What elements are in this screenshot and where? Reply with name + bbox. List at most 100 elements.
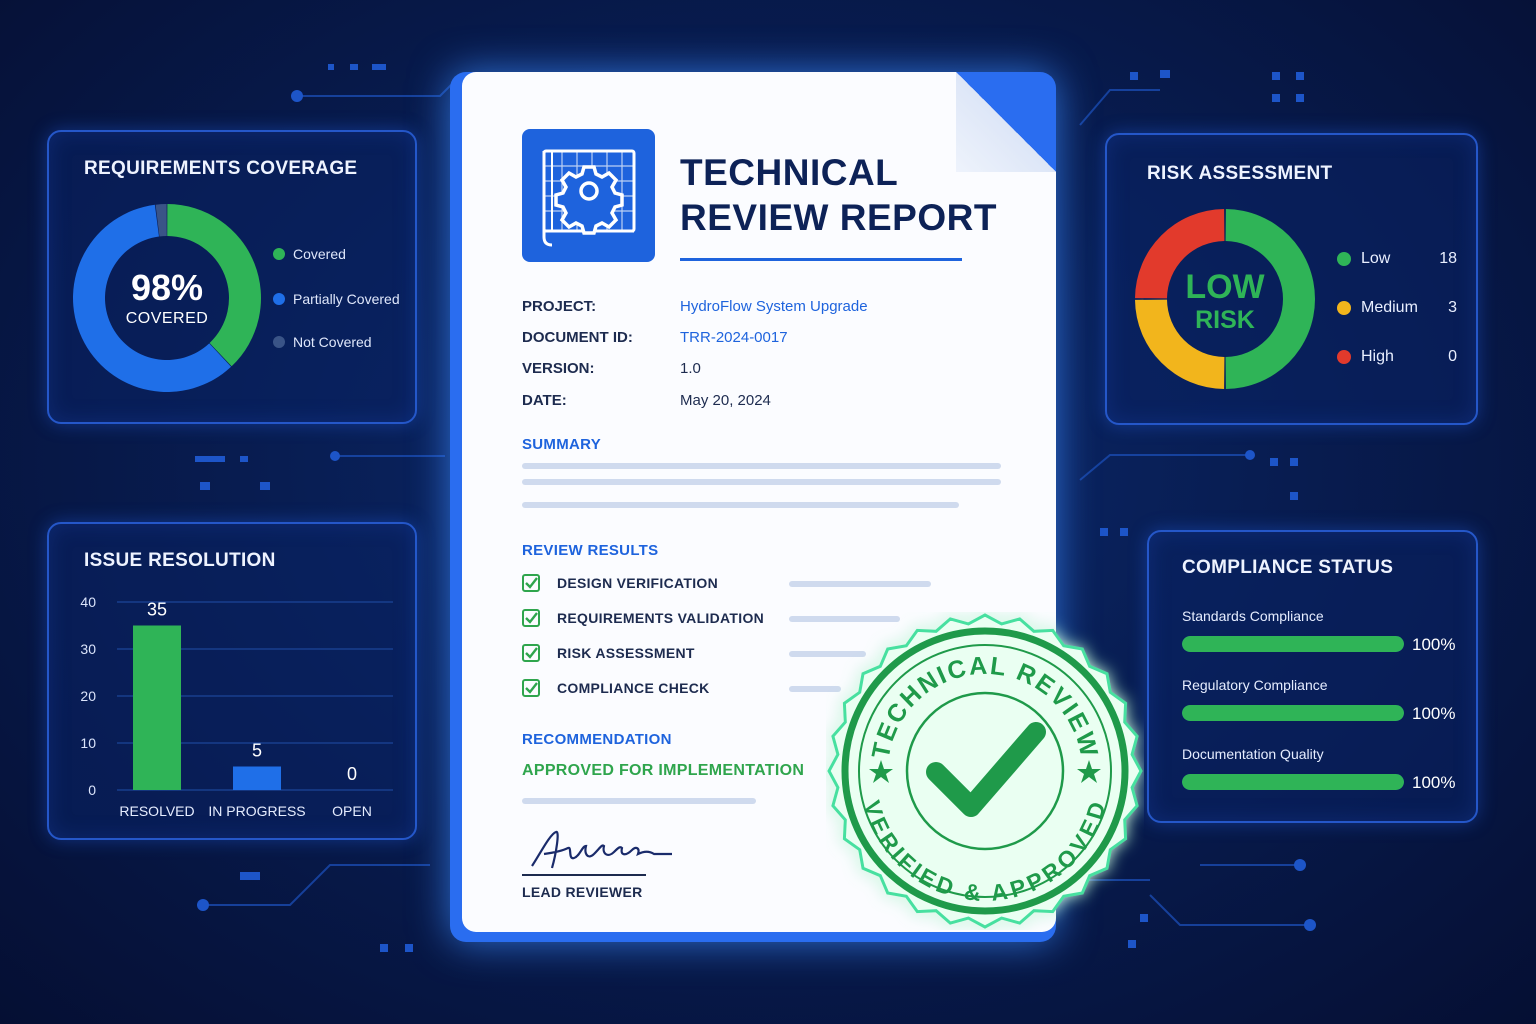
issues-title: ISSUE RESOLUTION — [84, 550, 276, 571]
signature — [531, 830, 672, 869]
risk-value: 0 — [1448, 348, 1457, 365]
result-label: REQUIREMENTS VALIDATION — [557, 610, 765, 626]
risk-row-low: Low 18 — [1337, 250, 1457, 268]
issue-resolution-panel: ISSUE RESOLUTION 0 10 20 30 40 35 RESOLVED 5 IN … — [47, 522, 417, 840]
coverage-title: REQUIREMENTS COVERAGE — [84, 158, 358, 179]
result-label: RISK ASSESSMENT — [557, 645, 695, 661]
legend-label: Partially Covered — [293, 291, 400, 307]
checkbox-checked-icon — [522, 609, 540, 627]
summary-text-line — [522, 463, 1001, 469]
risk-center-line2: RISK — [1195, 306, 1255, 334]
risk-label: High — [1361, 348, 1394, 365]
risk-label: Low — [1361, 250, 1391, 267]
risk-dot — [1337, 252, 1351, 266]
compliance-bar-standards — [1182, 636, 1404, 652]
result-requirements-validation: REQUIREMENTS VALIDATION — [522, 609, 764, 627]
legend-dot — [273, 336, 285, 348]
risk-row-high: High 0 — [1337, 348, 1457, 366]
compliance-title: COMPLIANCE STATUS — [1182, 557, 1394, 578]
risk-dot — [1337, 301, 1351, 315]
legend-label: Covered — [293, 246, 346, 262]
issue-bar-chart: 0 10 20 30 40 35 RESOLVED 5 IN PROGRESS 0 OPEN — [80, 594, 393, 819]
compliance-fill — [1182, 774, 1404, 790]
legend-dot — [273, 248, 285, 260]
risk-assessment-panel: RISK ASSESSMENT LOW RISK Low 18 Medium 3… — [1105, 133, 1478, 425]
risk-title: RISK ASSESSMENT — [1147, 163, 1333, 184]
signature-line — [522, 874, 646, 876]
recommendation-value: APPROVED FOR IMPLEMENTATION — [522, 762, 805, 779]
bar-data-label: 0 — [347, 764, 357, 784]
y-tick-label: 30 — [80, 641, 96, 657]
meta-value-date: May 20, 2024 — [680, 392, 771, 409]
meta-key-document-id: DOCUMENT ID: — [522, 329, 633, 346]
meta-value-project: HydroFlow System Upgrade — [680, 298, 868, 315]
meta-value-document-id: TRR-2024-0017 — [680, 329, 788, 346]
compliance-label-regulatory: Regulatory Compliance — [1182, 677, 1328, 693]
meta-key-project: PROJECT: — [522, 298, 597, 315]
review-results-heading: REVIEW RESULTS — [522, 542, 659, 559]
risk-value: 3 — [1448, 299, 1457, 316]
meta-key-version: VERSION: — [522, 360, 595, 377]
blueprint-gear-icon — [522, 129, 655, 262]
bar-data-label: 35 — [147, 600, 167, 620]
compliance-label-documentation: Documentation Quality — [1182, 746, 1324, 762]
bar-in-progress — [233, 766, 281, 790]
risk-dot — [1337, 350, 1351, 364]
compliance-bar-documentation — [1182, 774, 1404, 790]
risk-center-line1: LOW — [1185, 268, 1265, 306]
legend-partially-covered: Partially Covered — [273, 291, 400, 307]
coverage-center-label: COVERED — [125, 310, 209, 327]
summary-heading: SUMMARY — [522, 436, 602, 453]
compliance-fill — [1182, 705, 1404, 721]
result-design-verification: DESIGN VERIFICATION — [522, 574, 718, 592]
risk-center: LOW RISK — [1155, 269, 1295, 335]
signer-label: LEAD REVIEWER — [522, 884, 643, 900]
risk-label: Medium — [1361, 299, 1418, 316]
x-category-label: OPEN — [332, 803, 372, 819]
y-tick-label: 40 — [80, 594, 96, 610]
compliance-bar-regulatory — [1182, 705, 1404, 721]
compliance-label-standards: Standards Compliance — [1182, 608, 1324, 624]
result-label: DESIGN VERIFICATION — [557, 575, 719, 591]
title-line-2: REVIEW REPORT — [680, 197, 997, 238]
legend-dot — [273, 293, 285, 305]
verified-approved-seal: TECHNICAL REVIEW VERIFIED & APPROVED — [827, 613, 1143, 929]
y-tick-label: 20 — [80, 688, 96, 704]
title-line-1: TECHNICAL — [680, 152, 899, 193]
title-underline — [680, 258, 962, 261]
risk-value: 18 — [1439, 250, 1457, 267]
recommendation-heading: RECOMMENDATION — [522, 731, 672, 748]
y-tick-label: 10 — [80, 735, 96, 751]
risk-row-medium: Medium 3 — [1337, 299, 1457, 317]
checkbox-checked-icon — [522, 679, 540, 697]
page-fold — [956, 72, 1056, 172]
compliance-status-panel: COMPLIANCE STATUS Standards Compliance 1… — [1147, 530, 1478, 823]
summary-text-line — [522, 502, 959, 508]
legend-covered: Covered — [273, 246, 346, 262]
compliance-value-regulatory: 100% — [1412, 704, 1456, 723]
legend-not-covered: Not Covered — [273, 334, 372, 350]
x-category-label: IN PROGRESS — [208, 803, 305, 819]
checkbox-checked-icon — [522, 644, 540, 662]
checkbox-checked-icon — [522, 574, 540, 592]
result-label: COMPLIANCE CHECK — [557, 680, 710, 696]
coverage-percent: 98% — [130, 267, 204, 308]
compliance-value-standards: 100% — [1412, 635, 1456, 654]
legend-label: Not Covered — [293, 334, 372, 350]
requirements-coverage-panel: REQUIREMENTS COVERAGE 98% COVERED Covere… — [47, 130, 417, 424]
result-text-line — [789, 581, 931, 587]
meta-key-date: DATE: — [522, 392, 567, 409]
compliance-fill — [1182, 636, 1404, 652]
summary-text-line — [522, 479, 1001, 485]
compliance-value-documentation: 100% — [1412, 773, 1456, 792]
bar-data-label: 5 — [252, 741, 262, 761]
result-risk-assessment: RISK ASSESSMENT — [522, 644, 695, 662]
document-title: TECHNICAL REVIEW REPORT — [680, 150, 997, 240]
coverage-center: 98% COVERED — [97, 268, 237, 328]
y-tick-label: 0 — [88, 782, 96, 798]
recommendation-text-line — [522, 798, 756, 804]
result-compliance-check: COMPLIANCE CHECK — [522, 679, 710, 697]
meta-value-version: 1.0 — [680, 360, 701, 377]
x-category-label: RESOLVED — [119, 803, 194, 819]
bar-resolved — [133, 625, 181, 790]
